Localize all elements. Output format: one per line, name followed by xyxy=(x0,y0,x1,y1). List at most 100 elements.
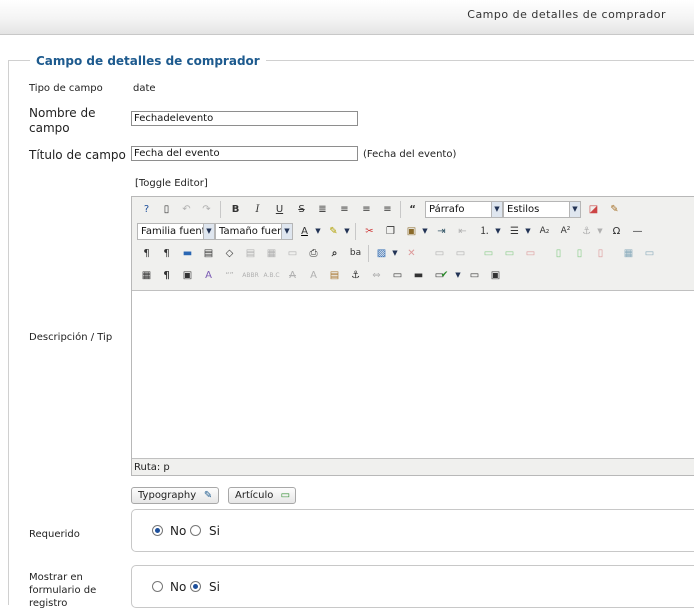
paste-text-icon[interactable]: ▤ xyxy=(241,244,260,263)
search-icon[interactable]: ⌕ xyxy=(325,244,344,263)
pagebreak-icon[interactable]: ▭ xyxy=(465,266,484,285)
styles-select[interactable]: Estilos ▼ xyxy=(503,201,581,218)
superscript-icon[interactable]: A² xyxy=(556,222,575,241)
subscript-icon[interactable]: A₂ xyxy=(535,222,554,241)
editor-toolbar: ? ▯ ↶ ↷ B I U S ≣ ≡ ≡ ≡ “ Párrafo ▼ Estil… xyxy=(132,197,694,291)
mostrar-no-label: No xyxy=(170,580,187,594)
pilcrow-icon[interactable]: ¶ xyxy=(157,266,176,285)
requerido-si-radio[interactable] xyxy=(190,525,201,536)
italic-icon[interactable]: I xyxy=(248,200,267,219)
abbr-icon[interactable]: A xyxy=(199,266,218,285)
rtl-icon[interactable]: ¶ xyxy=(157,244,176,263)
separator xyxy=(368,245,369,262)
bold-icon[interactable]: B xyxy=(226,200,245,219)
delete-row-icon[interactable]: ▭ xyxy=(479,244,498,263)
paste-icon[interactable]: ▣ xyxy=(402,222,421,241)
align-justify-icon[interactable]: ≣ xyxy=(313,200,332,219)
redo-icon[interactable]: ↷ xyxy=(197,200,216,219)
align-left-icon[interactable]: ≡ xyxy=(357,200,376,219)
copy-icon[interactable]: ❐ xyxy=(381,222,400,241)
toggle-editor-link[interactable]: [Toggle Editor] xyxy=(135,178,208,189)
layer-icon[interactable]: ⚓ xyxy=(346,266,365,285)
requerido-label: Requerido xyxy=(29,529,80,540)
image-icon[interactable]: ▬ xyxy=(409,266,428,285)
strikethrough-icon[interactable]: S xyxy=(292,200,311,219)
acronym-icon[interactable]: ABBR xyxy=(241,266,260,285)
table-icon[interactable]: ▦ xyxy=(619,244,638,263)
paste-word-icon[interactable]: ▦ xyxy=(262,244,281,263)
titulo-input[interactable] xyxy=(131,146,358,161)
spellcheck-icon[interactable]: ✔ xyxy=(435,266,454,285)
cleanup-broom-icon[interactable]: ✎ xyxy=(605,200,624,219)
row-before-icon[interactable]: ▭ xyxy=(430,244,449,263)
font-size-select[interactable]: Tamaño fuente ▼ xyxy=(215,223,293,240)
chevron-down-icon[interactable]: ▼ xyxy=(595,223,605,240)
mostrar-no-radio[interactable] xyxy=(152,581,163,592)
cut-icon[interactable]: ✂ xyxy=(360,222,379,241)
row-after-icon[interactable]: ▭ xyxy=(451,244,470,263)
highlight-icon[interactable]: ✎ xyxy=(324,222,343,241)
template-icon[interactable]: ▤ xyxy=(199,244,218,263)
horizontal-rule-icon[interactable]: — xyxy=(628,222,647,241)
cite-icon[interactable]: “” xyxy=(220,266,239,285)
unlink-icon[interactable]: ✕ xyxy=(402,244,421,263)
typography-button[interactable]: Typography ✎ xyxy=(131,487,220,504)
chevron-down-icon[interactable]: ▼ xyxy=(420,223,430,240)
merge-cells-icon[interactable]: ▯ xyxy=(570,244,589,263)
chevron-down-icon[interactable]: ▼ xyxy=(342,223,352,240)
chevron-down-icon[interactable]: ▼ xyxy=(453,267,463,284)
outdent-icon[interactable]: ⇤ xyxy=(453,222,472,241)
ltr-icon[interactable]: ¶ xyxy=(137,244,156,263)
insert-image-icon[interactable]: ▨ xyxy=(372,244,391,263)
toolbar-row-1: ? ▯ ↶ ↷ B I U S ≣ ≡ ≡ ≡ “ Párrafo ▼ Estil… xyxy=(135,199,694,221)
mostrar-si-radio[interactable] xyxy=(190,581,201,592)
ins-icon[interactable]: A.B.C xyxy=(262,266,281,285)
special-character-icon[interactable]: Ω xyxy=(607,222,626,241)
cell-props-icon[interactable]: ▭ xyxy=(640,244,659,263)
ordered-list-icon[interactable]: ⒈ xyxy=(475,222,494,241)
undo-icon[interactable]: ↶ xyxy=(177,200,196,219)
eraser-icon[interactable]: ◪ xyxy=(584,200,603,219)
select-all-icon[interactable]: ▭ xyxy=(283,244,302,263)
nonbreaking-icon[interactable]: ▭ xyxy=(388,266,407,285)
absolute-icon[interactable]: ⇔ xyxy=(367,266,386,285)
visual-aid-icon[interactable]: ▦ xyxy=(137,266,156,285)
page-header: Campo de detalles de comprador xyxy=(0,0,694,35)
split-cells-icon[interactable]: ▯ xyxy=(591,244,610,263)
font-family-select[interactable]: Familia fuente ▼ xyxy=(137,223,215,240)
preview-icon[interactable]: ▣ xyxy=(486,266,505,285)
requerido-no-radio[interactable] xyxy=(152,525,163,536)
unordered-list-icon[interactable]: ☰ xyxy=(505,222,524,241)
font-color-icon[interactable]: A xyxy=(295,222,314,241)
delete-col-icon[interactable]: ▭ xyxy=(521,244,540,263)
chevron-down-icon[interactable]: ▼ xyxy=(313,223,323,240)
help-icon[interactable]: ? xyxy=(137,200,156,219)
mostrar-si-label: Si xyxy=(209,580,220,594)
attributes-icon[interactable]: ▤ xyxy=(325,266,344,285)
fullscreen-icon[interactable]: ▣ xyxy=(178,266,197,285)
nombre-input[interactable] xyxy=(131,111,358,126)
print-icon[interactable]: ⎙ xyxy=(304,244,323,263)
media-icon[interactable]: ▬ xyxy=(178,244,197,263)
align-right-icon[interactable]: ≡ xyxy=(378,200,397,219)
align-center-icon[interactable]: ≡ xyxy=(335,200,354,219)
col-before-icon[interactable]: ▭ xyxy=(500,244,519,263)
anchor-icon[interactable]: ⚓ xyxy=(577,222,596,241)
blockquote-icon[interactable]: “ xyxy=(403,200,422,219)
indent-icon[interactable]: ⇥ xyxy=(432,222,451,241)
chevron-down-icon[interactable]: ▼ xyxy=(390,245,400,262)
del-icon[interactable]: A xyxy=(283,266,302,285)
underline-icon[interactable]: U xyxy=(270,200,289,219)
titulo-hint: (Fecha del evento) xyxy=(363,149,457,160)
articulo-button[interactable]: Artículo ▭ xyxy=(228,487,297,504)
chevron-down-icon[interactable]: ▼ xyxy=(493,223,503,240)
format-select[interactable]: Párrafo ▼ xyxy=(425,201,503,218)
editor-content-area[interactable] xyxy=(132,291,694,459)
chevron-down-icon: ▼ xyxy=(569,202,580,217)
code-icon[interactable]: ◇ xyxy=(220,244,239,263)
chevron-down-icon[interactable]: ▼ xyxy=(523,223,533,240)
style-props-icon[interactable]: A xyxy=(304,266,323,285)
replace-icon[interactable]: ba xyxy=(346,244,365,263)
new-document-icon[interactable]: ▯ xyxy=(157,200,176,219)
col-after-icon[interactable]: ▯ xyxy=(549,244,568,263)
